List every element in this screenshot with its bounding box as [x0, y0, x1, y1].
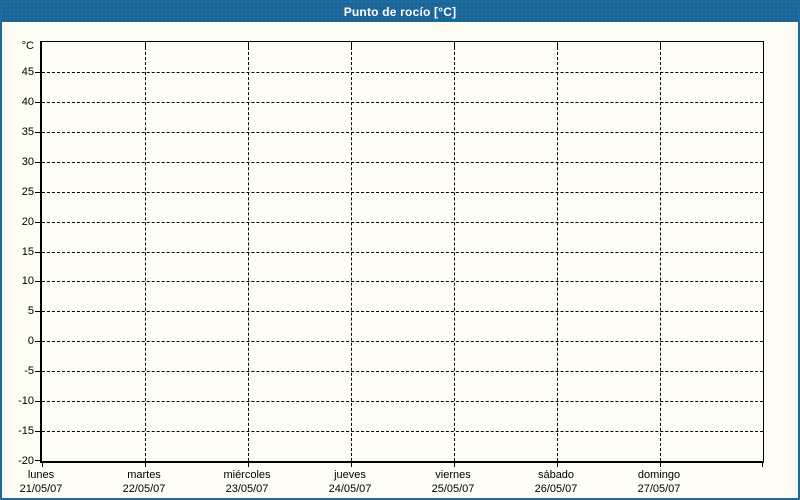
chart-title: Punto de rocío [°C]: [343, 5, 457, 19]
date-label: 26/05/07: [534, 483, 578, 495]
h-gridline: [42, 371, 763, 373]
date-label: 23/05/07: [225, 483, 269, 495]
y-tick-label: 25: [21, 185, 34, 198]
x-axis-top-tick: [557, 42, 558, 47]
h-gridline: [42, 71, 763, 73]
v-gridline: [351, 42, 352, 461]
v-gridline: [454, 42, 455, 461]
h-gridline: [42, 251, 763, 253]
x-axis-top-tick: [660, 42, 661, 47]
day-label: lunes: [27, 469, 55, 481]
y-tick-label: 10: [21, 275, 34, 288]
y-tick-label: 45: [21, 65, 34, 78]
v-gridline: [660, 42, 661, 461]
date-label: 22/05/07: [122, 483, 166, 495]
y-tick-label: 20: [21, 215, 34, 228]
x-axis-top-tick: [351, 42, 352, 47]
x-axis-bottom-tick: [145, 463, 146, 467]
x-axis-bottom-tick: [557, 463, 558, 467]
y-tick-label: -5: [24, 365, 34, 378]
y-axis-unit-label: °C: [21, 40, 34, 52]
date-label: 27/05/07: [637, 483, 681, 495]
y-axis-tick: [35, 460, 40, 461]
x-axis-bottom-tick: [351, 463, 352, 467]
y-tick-label: 0: [27, 335, 34, 348]
y-axis-tick: [35, 221, 40, 223]
v-gridline: [248, 42, 249, 461]
h-gridline: [42, 431, 763, 433]
h-gridline: [42, 131, 763, 133]
y-axis-tick: [35, 371, 40, 373]
x-axis-bottom-tick: [762, 463, 763, 467]
day-label: jueves: [334, 469, 366, 481]
x-axis-bottom-tick: [660, 463, 661, 467]
y-axis-tick: [35, 131, 40, 133]
date-label: 21/05/07: [19, 483, 63, 495]
y-axis-tick: [35, 161, 40, 163]
day-label: viernes: [435, 469, 471, 481]
day-label: martes: [127, 469, 161, 481]
y-axis-tick: [35, 71, 40, 73]
y-axis-tick: [35, 341, 40, 343]
y-axis-tick: [35, 191, 40, 193]
y-axis-tick: [35, 251, 40, 253]
y-tick-label: 15: [21, 245, 34, 258]
y-axis-tick: [35, 101, 40, 103]
v-gridline: [557, 42, 558, 461]
chart-window: Punto de rocío [°C] 45 40 35 30 25 20 15 10 5 0 -5…: [0, 0, 800, 500]
x-axis-top-tick: [145, 42, 146, 47]
day-label: miércoles: [223, 469, 271, 481]
date-label: 24/05/07: [328, 483, 372, 495]
h-gridline: [42, 161, 763, 163]
chart-content: 45 40 35 30 25 20 15 10 5 0 -5 -10 -15 -20 °C lunes 21/0…: [2, 22, 798, 498]
h-gridline: [42, 281, 763, 283]
h-gridline: [42, 311, 763, 313]
x-axis-top-tick: [248, 42, 249, 47]
y-tick-label: -20: [18, 455, 34, 467]
y-axis-tick: [35, 281, 40, 283]
plot-area: [35, 41, 764, 467]
h-gridline: [42, 401, 763, 403]
x-axis-bottom-tick: [454, 463, 455, 467]
x-axis-bottom-tick: [42, 463, 43, 467]
day-label: domingo: [637, 469, 681, 481]
chart-titlebar: Punto de rocío [°C]: [2, 2, 798, 22]
y-axis-tick: [35, 401, 40, 403]
y-axis-tick: [35, 431, 40, 433]
h-gridline: [42, 191, 763, 193]
h-gridline: [42, 221, 763, 223]
h-gridline: [42, 101, 763, 103]
date-label: 25/05/07: [431, 483, 475, 495]
y-tick-label: 30: [21, 155, 34, 168]
day-label: sábado: [537, 469, 575, 481]
h-gridline: [42, 341, 763, 343]
x-axis-bottom-tick: [248, 463, 249, 467]
y-tick-label: -15: [18, 425, 34, 438]
y-tick-label: 35: [21, 125, 34, 138]
v-gridline: [145, 42, 146, 461]
y-axis-tick: [35, 311, 40, 313]
y-tick-label: -10: [18, 395, 34, 408]
x-axis-top-tick: [454, 42, 455, 47]
y-tick-label: 5: [27, 305, 34, 318]
y-tick-label: 40: [21, 95, 34, 108]
